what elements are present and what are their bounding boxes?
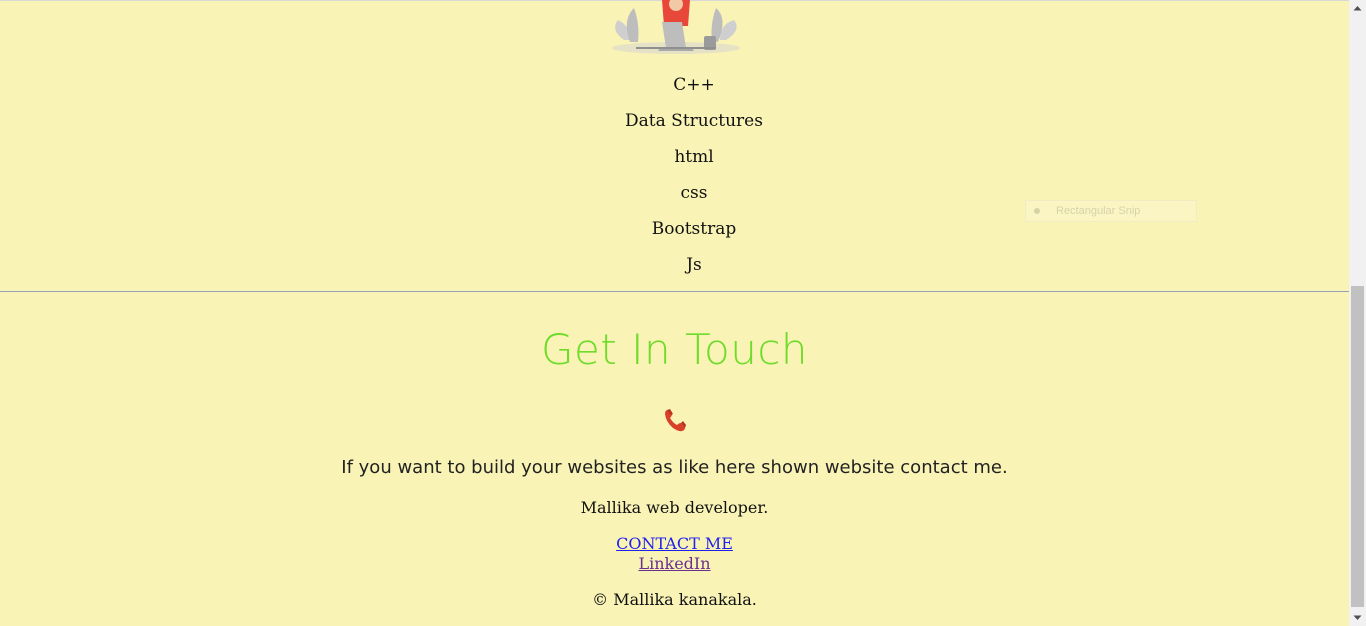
copyright-text: © Mallika kanakala. — [592, 590, 757, 609]
rectangular-snip-overlay: Rectangular Snip — [1025, 200, 1197, 222]
skill-item: Js — [686, 255, 702, 275]
contact-title: Get In Touch — [540, 325, 809, 374]
phone-icon — [665, 409, 686, 432]
linkedin-link[interactable]: LinkedIn — [638, 554, 710, 573]
scroll-down-arrow-icon[interactable] — [1349, 609, 1366, 626]
person-with-laptop-illustration — [612, 0, 740, 54]
skill-item: html — [674, 147, 714, 167]
snip-icon — [1034, 208, 1040, 214]
contact-subtitle: Mallika web developer. — [580, 498, 769, 517]
skills-list: C++ Data Structures html css Bootstrap J… — [0, 70, 1349, 286]
vertical-scrollbar[interactable] — [1349, 0, 1366, 626]
contact-me-link-row: CONTACT ME — [0, 534, 1349, 554]
skill-item: Data Structures — [625, 111, 763, 131]
skill-item: C++ — [673, 75, 715, 95]
section-divider — [0, 291, 1349, 292]
snip-label: Rectangular Snip — [1056, 205, 1141, 217]
page-viewport: C++ Data Structures html css Bootstrap J… — [0, 0, 1349, 626]
linkedin-link-row: LinkedIn — [0, 554, 1349, 574]
scrollbar-thumb[interactable] — [1351, 286, 1364, 607]
contact-lead-text: If you want to build your websites as li… — [341, 457, 1008, 478]
scroll-up-arrow-icon[interactable] — [1349, 0, 1366, 17]
contact-me-link[interactable]: CONTACT ME — [616, 534, 733, 553]
